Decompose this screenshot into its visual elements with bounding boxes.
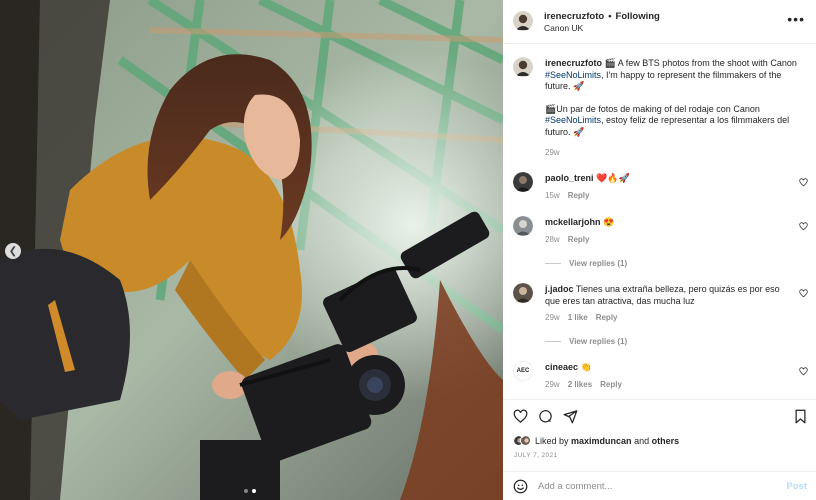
likes-middle: and	[631, 435, 652, 446]
comment-timestamp: 29w	[545, 379, 560, 389]
chevron-left-icon: ❮	[8, 245, 18, 257]
post-caption: irenecruzfoto 🎬 A few BTS photos from th…	[545, 58, 805, 159]
comment-username[interactable]: j.jadoc	[545, 284, 574, 294]
emoji-icon[interactable]	[513, 479, 528, 494]
liker-avatar	[520, 435, 531, 446]
caption-timestamp: 29w	[545, 148, 560, 157]
comment-username[interactable]: paolo_treni	[545, 173, 594, 183]
reply-button[interactable]: Reply	[568, 190, 590, 202]
liker-username[interactable]: maximduncan	[571, 436, 632, 446]
likes-summary: Liked by maximduncan and others	[513, 435, 679, 446]
following-button[interactable]: Following	[616, 11, 660, 22]
heart-icon[interactable]	[513, 409, 528, 424]
view-replies-button[interactable]: View replies (1)	[545, 259, 627, 268]
avatar[interactable]	[513, 216, 533, 236]
more-horizontal-icon[interactable]: •••	[787, 12, 805, 26]
carousel-dot-active	[252, 489, 256, 493]
post-photo	[0, 0, 503, 500]
separator-dot: •	[608, 11, 612, 22]
comment-likes-count[interactable]: 2 likes	[568, 379, 592, 391]
share-icon[interactable]	[563, 409, 578, 424]
avatar[interactable]	[513, 172, 533, 192]
post-media[interactable]: ❮	[0, 0, 503, 500]
view-replies-button[interactable]: View replies (1)	[545, 337, 627, 346]
reply-button[interactable]: Reply	[568, 234, 590, 246]
post-actions: Liked by maximduncan and others JULY 7, …	[503, 399, 816, 471]
comment-text: ❤️🔥🚀	[596, 173, 630, 183]
avatar[interactable]	[513, 11, 533, 31]
reply-button[interactable]: Reply	[596, 312, 618, 324]
caption-username[interactable]: irenecruzfoto	[545, 58, 602, 68]
add-comment-bar: Post	[503, 471, 816, 500]
post-comment-button[interactable]: Post	[786, 481, 807, 492]
bookmark-icon[interactable]	[793, 409, 808, 424]
likes-others-link[interactable]: others	[652, 436, 680, 446]
comment-likes-count[interactable]: 1 like	[568, 312, 588, 324]
likes-prefix: Liked by	[535, 435, 572, 446]
carousel-dots	[244, 489, 256, 493]
comment-text: 😍	[603, 217, 615, 227]
heart-icon[interactable]	[799, 367, 808, 376]
avatar[interactable]	[513, 283, 533, 303]
comments-scroll-area[interactable]: irenecruzfoto 🎬 A few BTS photos from th…	[503, 44, 816, 399]
caption-text-en-pre: 🎬 A few BTS photos from the shoot with C…	[604, 58, 797, 68]
post-date: JULY 7, 2021	[514, 452, 558, 459]
comment-timestamp: 15w	[545, 190, 560, 200]
caption-text-es-pre: 🎬Un par de fotos de making of del rodaje…	[545, 103, 760, 114]
carousel-dot	[244, 489, 248, 493]
avatar[interactable]: AEC	[513, 361, 533, 381]
location-link[interactable]: Canon UK	[544, 23, 583, 33]
comment-icon[interactable]	[538, 409, 553, 424]
carousel-prev-button[interactable]: ❮	[5, 243, 21, 259]
avatar-logo-text: AEC	[516, 368, 530, 374]
view-replies-label: View replies (1)	[569, 337, 628, 346]
comment-text: Tienes una extraña belleza, pero quizás …	[545, 284, 780, 306]
hashtag-link[interactable]: #SeeNoLimits	[545, 115, 601, 125]
heart-icon[interactable]	[799, 222, 808, 231]
heart-icon[interactable]	[799, 178, 808, 187]
divider	[545, 341, 561, 342]
comment-username[interactable]: cineaec	[545, 362, 578, 372]
comment-timestamp: 28w	[545, 234, 560, 244]
hashtag-link[interactable]: #SeeNoLimits	[545, 70, 601, 80]
divider	[545, 263, 561, 264]
caption-avatar[interactable]	[513, 57, 533, 77]
header-username[interactable]: irenecruzfoto	[544, 11, 604, 22]
reply-button[interactable]: Reply	[600, 379, 622, 391]
view-replies-label: View replies (1)	[569, 259, 628, 268]
heart-icon[interactable]	[799, 289, 808, 298]
comment-timestamp: 29w	[545, 313, 560, 322]
post-sidebar: irenecruzfoto • Following Canon UK ••• ire…	[503, 0, 816, 500]
comment-text: 👏	[580, 362, 592, 372]
comment-username[interactable]: mckellarjohn	[545, 217, 601, 227]
post-header: irenecruzfoto • Following Canon UK •••	[503, 0, 816, 44]
comment-input[interactable]	[538, 478, 768, 495]
